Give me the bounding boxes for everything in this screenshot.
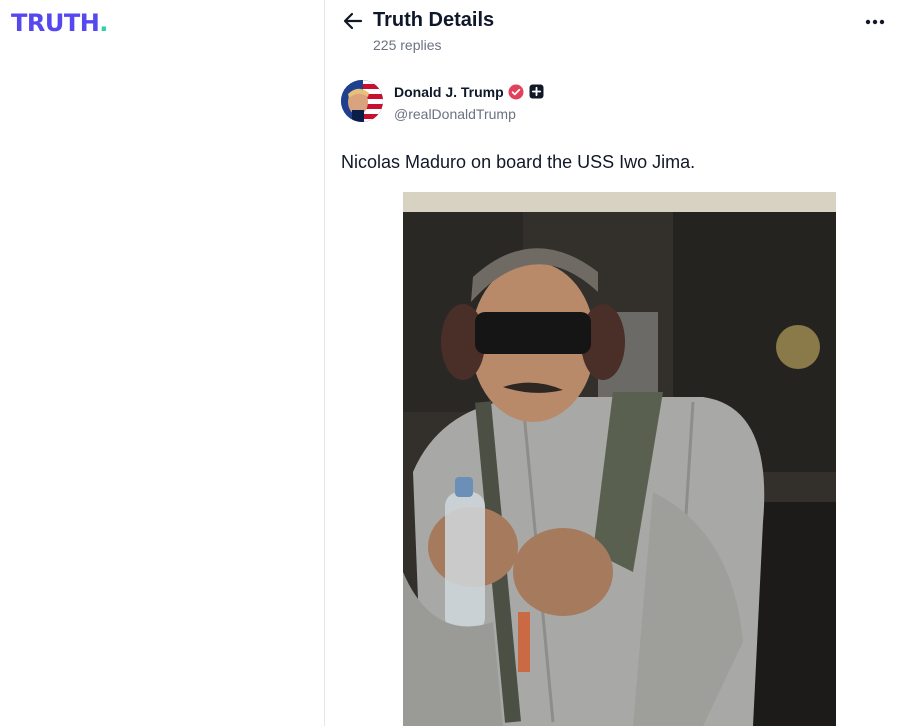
column-divider: [324, 0, 325, 726]
logo-text: TRUTH: [11, 9, 100, 37]
post-text: Nicolas Maduro on board the USS Iwo Jima…: [341, 152, 696, 172]
logo-dot: .: [99, 9, 108, 37]
left-sidebar: TRUTH.: [0, 0, 324, 726]
avatar-image: [341, 80, 383, 122]
author-name[interactable]: Donald J. Trump: [394, 84, 504, 100]
page-title: Truth Details: [373, 9, 495, 31]
author-handle[interactable]: @realDonaldTrump: [394, 106, 516, 122]
more-options-button[interactable]: [860, 10, 890, 32]
avatar[interactable]: [341, 80, 383, 122]
back-button[interactable]: [341, 9, 365, 33]
truth-logo[interactable]: TRUTH.: [11, 9, 108, 37]
photo-illustration: [403, 192, 836, 726]
arrow-left-icon: [343, 12, 363, 30]
verified-badge-icon: [508, 84, 524, 100]
more-horizontal-icon: [865, 19, 885, 25]
post-photo[interactable]: [403, 192, 836, 726]
truth-plus-badge-icon: [529, 84, 544, 99]
reply-count: 225 replies: [373, 37, 442, 53]
